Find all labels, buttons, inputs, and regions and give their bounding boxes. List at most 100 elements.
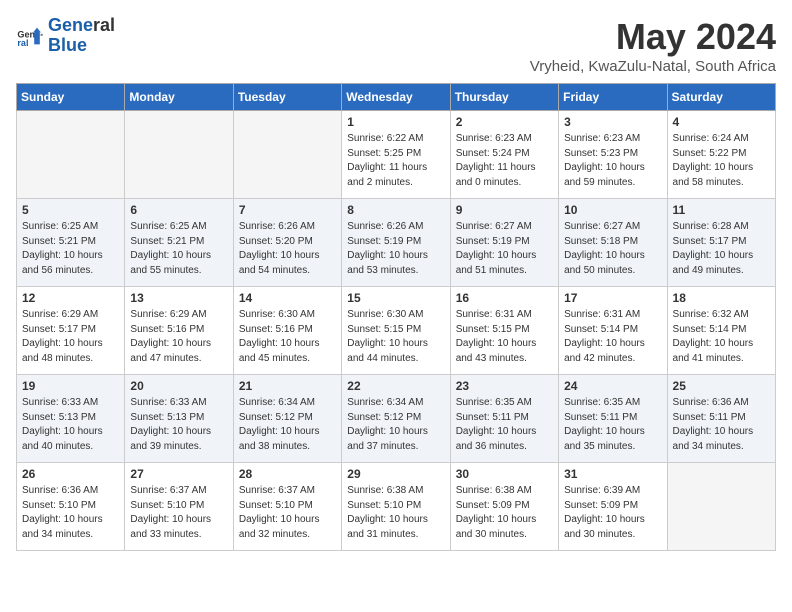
day-info: Sunrise: 6:30 AMSunset: 5:15 PMDaylight:…	[347, 308, 444, 366]
day-number: 6	[130, 203, 227, 217]
day-number: 23	[456, 379, 553, 393]
calendar-table: SundayMondayTuesdayWednesdayThursdayFrid…	[16, 83, 776, 551]
calendar-day-13: 13Sunrise: 6:29 AMSunset: 5:16 PMDayligh…	[125, 287, 233, 375]
day-number: 8	[347, 203, 444, 217]
calendar-week-row: 5 Sunrise: 6:25 AMSunset: 5:21 PMDaylight…	[17, 199, 776, 287]
day-info: Sunrise: 6:29 AMSunset: 5:17 PMDaylight:…	[22, 308, 119, 366]
day-info: Sunrise: 6:28 AMSunset: 5:17 PMDaylight:…	[673, 220, 770, 278]
calendar-day-30: 30Sunrise: 6:38 AMSunset: 5:09 PMDayligh…	[450, 463, 558, 551]
logo-text-line1: General	[48, 16, 115, 36]
calendar-day-19: 19Sunrise: 6:33 AMSunset: 5:13 PMDayligh…	[17, 375, 125, 463]
calendar-day-empty	[125, 111, 233, 199]
day-number: 27	[130, 467, 227, 481]
day-number: 15	[347, 291, 444, 305]
day-number: 29	[347, 467, 444, 481]
day-number: 17	[564, 291, 661, 305]
calendar-day-27: 27Sunrise: 6:37 AMSunset: 5:10 PMDayligh…	[125, 463, 233, 551]
calendar-day-20: 20 Sunrise: 6:33 AMSunset: 5:13 PMDayligh…	[125, 375, 233, 463]
day-info: Sunrise: 6:24 AMSunset: 5:22 PMDaylight:…	[673, 132, 770, 190]
calendar-day-11: 11Sunrise: 6:28 AMSunset: 5:17 PMDayligh…	[667, 199, 775, 287]
day-info: Sunrise: 6:35 AMSunset: 5:11 PMDaylight:…	[564, 396, 661, 454]
calendar-day-12: 12 Sunrise: 6:29 AMSunset: 5:17 PMDayligh…	[17, 287, 125, 375]
day-number: 24	[564, 379, 661, 393]
logo-text-line2: Blue	[48, 36, 115, 56]
calendar-day-29: 29Sunrise: 6:38 AMSunset: 5:10 PMDayligh…	[342, 463, 450, 551]
day-info: Sunrise: 6:33 AMSunset: 5:13 PMDaylight:…	[130, 396, 227, 454]
day-info: Sunrise: 6:36 AMSunset: 5:10 PMDaylight:…	[22, 484, 119, 542]
day-number: 20	[130, 379, 227, 393]
day-number: 10	[564, 203, 661, 217]
title-area: May 2024 Vryheid, KwaZulu-Natal, South A…	[530, 16, 776, 75]
page-header: Gene- ral General Blue May 2024 Vryheid,…	[16, 16, 776, 75]
day-number: 22	[347, 379, 444, 393]
day-info: Sunrise: 6:23 AMSunset: 5:24 PMDaylight:…	[456, 132, 553, 190]
day-info: Sunrise: 6:26 AMSunset: 5:20 PMDaylight:…	[239, 220, 336, 278]
day-info: Sunrise: 6:22 AMSunset: 5:25 PMDaylight:…	[347, 132, 444, 190]
logo-icon: Gene- ral	[16, 22, 44, 50]
calendar-day-26: 26Sunrise: 6:36 AMSunset: 5:10 PMDayligh…	[17, 463, 125, 551]
day-number: 16	[456, 291, 553, 305]
calendar-day-16: 16Sunrise: 6:31 AMSunset: 5:15 PMDayligh…	[450, 287, 558, 375]
calendar-day-17: 17 Sunrise: 6:31 AMSunset: 5:14 PMDayligh…	[559, 287, 667, 375]
day-number: 12	[22, 291, 119, 305]
day-info: Sunrise: 6:32 AMSunset: 5:14 PMDaylight:…	[673, 308, 770, 366]
calendar-day-18: 18 Sunrise: 6:32 AMSunset: 5:14 PMDayligh…	[667, 287, 775, 375]
calendar-day-empty	[667, 463, 775, 551]
day-info: Sunrise: 6:34 AMSunset: 5:12 PMDaylight:…	[239, 396, 336, 454]
day-info: Sunrise: 6:34 AMSunset: 5:12 PMDaylight:…	[347, 396, 444, 454]
weekday-header-wednesday: Wednesday	[342, 84, 450, 111]
day-info: Sunrise: 6:23 AMSunset: 5:23 PMDaylight:…	[564, 132, 661, 190]
day-number: 5	[22, 203, 119, 217]
day-info: Sunrise: 6:27 AMSunset: 5:18 PMDaylight:…	[564, 220, 661, 278]
calendar-day-22: 22 Sunrise: 6:34 AMSunset: 5:12 PMDayligh…	[342, 375, 450, 463]
calendar-week-row: 19 Sunrise: 6:33 AMSunset: 5:13 PMDayligh…	[17, 375, 776, 463]
day-number: 7	[239, 203, 336, 217]
calendar-day-1: 1Sunrise: 6:22 AMSunset: 5:25 PMDaylight…	[342, 111, 450, 199]
calendar-day-25: 25Sunrise: 6:36 AMSunset: 5:11 PMDayligh…	[667, 375, 775, 463]
day-number: 4	[673, 115, 770, 129]
location-title: Vryheid, KwaZulu-Natal, South Africa	[530, 58, 776, 75]
weekday-header-sunday: Sunday	[17, 84, 125, 111]
calendar-day-empty	[233, 111, 341, 199]
weekday-header-thursday: Thursday	[450, 84, 558, 111]
day-info: Sunrise: 6:35 AMSunset: 5:11 PMDaylight:…	[456, 396, 553, 454]
day-number: 14	[239, 291, 336, 305]
calendar-day-24: 24 Sunrise: 6:35 AMSunset: 5:11 PMDayligh…	[559, 375, 667, 463]
calendar-day-4: 4 Sunrise: 6:24 AMSunset: 5:22 PMDaylight…	[667, 111, 775, 199]
calendar-day-5: 5 Sunrise: 6:25 AMSunset: 5:21 PMDaylight…	[17, 199, 125, 287]
logo: Gene- ral General Blue	[16, 16, 115, 56]
day-info: Sunrise: 6:39 AMSunset: 5:09 PMDaylight:…	[564, 484, 661, 542]
calendar-day-2: 2Sunrise: 6:23 AMSunset: 5:24 PMDaylight…	[450, 111, 558, 199]
day-number: 19	[22, 379, 119, 393]
calendar-day-empty	[17, 111, 125, 199]
day-info: Sunrise: 6:37 AMSunset: 5:10 PMDaylight:…	[239, 484, 336, 542]
day-number: 18	[673, 291, 770, 305]
weekday-header-saturday: Saturday	[667, 84, 775, 111]
calendar-day-6: 6 Sunrise: 6:25 AMSunset: 5:21 PMDaylight…	[125, 199, 233, 287]
day-number: 31	[564, 467, 661, 481]
day-number: 9	[456, 203, 553, 217]
day-info: Sunrise: 6:25 AMSunset: 5:21 PMDaylight:…	[22, 220, 119, 278]
weekday-header-monday: Monday	[125, 84, 233, 111]
day-info: Sunrise: 6:31 AMSunset: 5:14 PMDaylight:…	[564, 308, 661, 366]
day-number: 28	[239, 467, 336, 481]
day-info: Sunrise: 6:27 AMSunset: 5:19 PMDaylight:…	[456, 220, 553, 278]
calendar-week-row: 1Sunrise: 6:22 AMSunset: 5:25 PMDaylight…	[17, 111, 776, 199]
day-info: Sunrise: 6:25 AMSunset: 5:21 PMDaylight:…	[130, 220, 227, 278]
calendar-day-3: 3 Sunrise: 6:23 AMSunset: 5:23 PMDaylight…	[559, 111, 667, 199]
day-info: Sunrise: 6:26 AMSunset: 5:19 PMDaylight:…	[347, 220, 444, 278]
day-number: 3	[564, 115, 661, 129]
calendar-day-23: 23 Sunrise: 6:35 AMSunset: 5:11 PMDayligh…	[450, 375, 558, 463]
calendar-day-28: 28 Sunrise: 6:37 AMSunset: 5:10 PMDayligh…	[233, 463, 341, 551]
calendar-week-row: 26Sunrise: 6:36 AMSunset: 5:10 PMDayligh…	[17, 463, 776, 551]
day-number: 13	[130, 291, 227, 305]
day-info: Sunrise: 6:38 AMSunset: 5:09 PMDaylight:…	[456, 484, 553, 542]
calendar-day-9: 9 Sunrise: 6:27 AMSunset: 5:19 PMDaylight…	[450, 199, 558, 287]
calendar-day-21: 21 Sunrise: 6:34 AMSunset: 5:12 PMDayligh…	[233, 375, 341, 463]
calendar-day-31: 31 Sunrise: 6:39 AMSunset: 5:09 PMDayligh…	[559, 463, 667, 551]
day-info: Sunrise: 6:30 AMSunset: 5:16 PMDaylight:…	[239, 308, 336, 366]
calendar-day-8: 8 Sunrise: 6:26 AMSunset: 5:19 PMDaylight…	[342, 199, 450, 287]
svg-text:ral: ral	[17, 38, 28, 48]
month-title: May 2024	[530, 16, 776, 58]
day-number: 21	[239, 379, 336, 393]
